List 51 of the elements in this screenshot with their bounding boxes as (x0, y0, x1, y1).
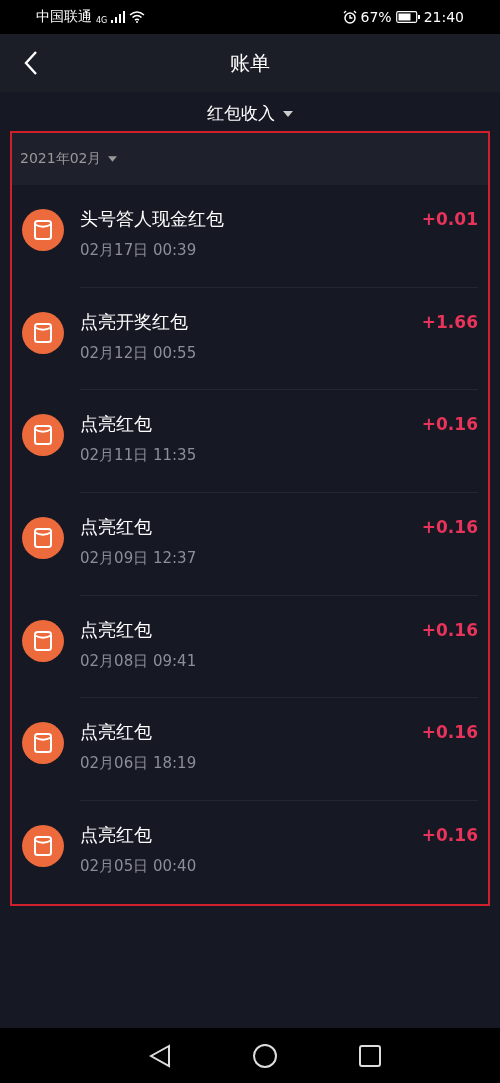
signal-icon (111, 11, 126, 23)
carrier-name: 中国联通 (36, 8, 92, 26)
envelope-icon (22, 311, 64, 354)
transaction-row[interactable]: 点亮红包 +0.16 02月09日 12:37 (12, 493, 488, 596)
transaction-date: 02月11日 11:35 (80, 446, 198, 466)
transaction-amount: +0.16 (421, 722, 478, 743)
transaction-date: 02月17日 00:39 (80, 241, 198, 260)
envelope-icon (22, 209, 64, 251)
transaction-amount: +0.16 (421, 619, 478, 640)
transaction-amount: +1.66 (421, 311, 478, 332)
home-icon[interactable] (253, 1043, 277, 1068)
transaction-title: 点亮红包 (80, 720, 152, 745)
envelope-icon (22, 414, 64, 457)
caret-icon (108, 156, 118, 162)
transaction-row[interactable]: 点亮红包 +0.16 02月05日 00:40 (12, 801, 488, 904)
caret-icon (283, 110, 293, 117)
transaction-row[interactable]: 点亮开奖红包 +1.66 02月12日 00:55 (12, 287, 488, 391)
envelope-icon (22, 722, 64, 765)
envelope-icon (22, 517, 64, 560)
transaction-date: 02月12日 00:55 (80, 343, 198, 363)
transaction-title: 点亮开奖红包 (80, 309, 188, 334)
page-title: 账单 (230, 49, 270, 77)
transaction-row[interactable]: 点亮红包 +0.16 02月06日 18:19 (12, 698, 488, 802)
alarm-icon (342, 10, 357, 24)
recents-icon[interactable] (359, 1044, 381, 1067)
transaction-title: 点亮红包 (80, 823, 152, 848)
battery-icon (395, 11, 420, 23)
envelope-icon (22, 619, 64, 662)
transaction-amount: +0.16 (421, 825, 478, 846)
transaction-title: 点亮红包 (80, 412, 152, 437)
envelope-icon (22, 825, 64, 868)
wifi-icon (129, 11, 146, 23)
transaction-date: 02月08日 09:41 (80, 651, 198, 671)
back-icon[interactable] (149, 1043, 171, 1068)
battery-percent: 67% (360, 9, 392, 25)
transaction-title: 头号答人现金红包 (80, 207, 224, 231)
transaction-date: 02月09日 12:37 (80, 549, 198, 569)
transaction-title: 点亮红包 (80, 515, 152, 540)
filter-dropdown[interactable]: 红包收入 (203, 100, 297, 127)
transaction-amount: +0.01 (421, 209, 478, 229)
clock-time: 21:40 (423, 9, 464, 25)
transaction-amount: +0.16 (421, 414, 478, 435)
transaction-date: 02月06日 18:19 (80, 754, 198, 774)
transaction-amount: +0.16 (421, 517, 478, 538)
transaction-row[interactable]: 点亮红包 +0.16 02月08日 09:41 (12, 595, 488, 699)
network-type: 4G (96, 16, 108, 25)
month-dropdown[interactable]: 2021年02月 (20, 150, 118, 168)
transaction-title: 点亮红包 (80, 617, 152, 642)
transaction-row[interactable]: 点亮红包 +0.16 02月11日 11:35 (12, 390, 488, 494)
transaction-row[interactable]: 头号答人现金红包 +0.01 02月17日 00:39 (12, 185, 488, 288)
transaction-date: 02月05日 00:40 (80, 857, 198, 877)
